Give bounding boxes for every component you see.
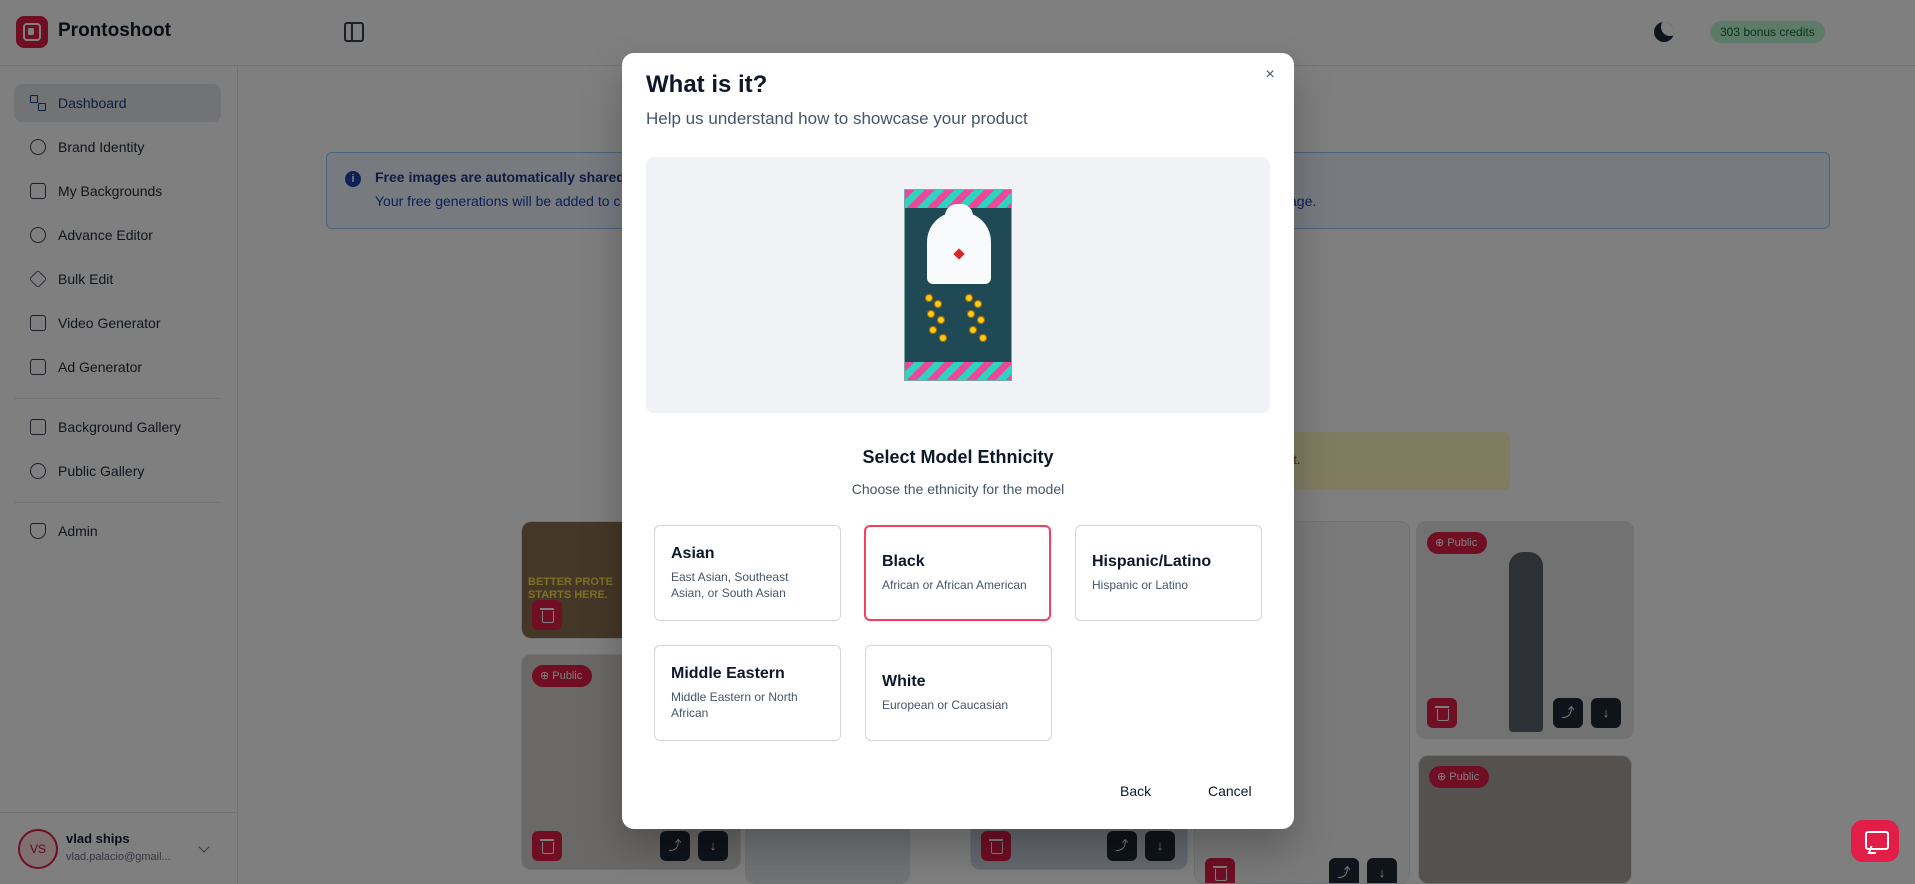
dialog-title: What is it? [646,71,768,98]
product-type-dialog: What is it? Help us understand how to sh… [622,53,1294,829]
section-subtitle: Choose the ethnicity for the model [851,481,1065,497]
chat-icon[interactable] [1851,820,1899,862]
close-icon[interactable]: × [1260,65,1280,85]
option-description: Middle Eastern or North African [671,690,798,720]
option-title: Middle Eastern [671,665,785,682]
option-description: European or Caucasian [882,698,1009,712]
option-title: Black [882,553,925,570]
product-image [904,189,1012,381]
option-title: Hispanic/Latino [1092,553,1212,570]
option-asian[interactable]: Asian East Asian, Southeast Asian, or So… [654,525,841,621]
option-hispanic-latino[interactable]: Hispanic/Latino Hispanic or Latino [1075,525,1262,621]
option-black[interactable]: Black African or African American [864,525,1051,621]
dialog-subtitle: Help us understand how to showcase your … [646,109,1028,128]
back-button[interactable]: Back [1120,783,1151,799]
section-title: Select Model Ethnicity [862,447,1054,467]
option-description: East Asian, Southeast Asian, or South As… [671,570,789,600]
product-preview [646,157,1270,413]
option-title: White [882,673,926,690]
cancel-button[interactable]: Cancel [1208,783,1252,799]
option-title: Asian [671,545,715,562]
option-middle-eastern[interactable]: Middle Eastern Middle Eastern or North A… [654,645,841,741]
option-description: African or African American [882,578,1027,592]
option-white[interactable]: White European or Caucasian [865,645,1052,741]
option-description: Hispanic or Latino [1092,578,1189,592]
